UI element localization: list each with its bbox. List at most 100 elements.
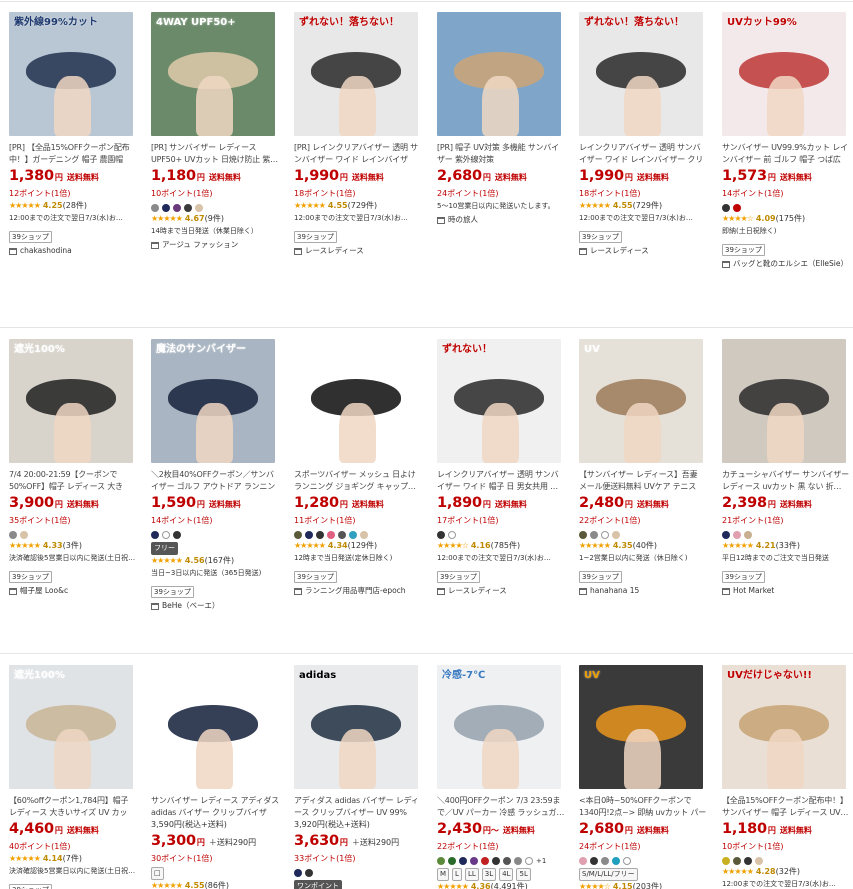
- color-swatch[interactable]: [722, 203, 730, 212]
- product-card[interactable]: 魔法のサンバイザー ＼2枚目40%OFFクーポン／サンバイザー ゴルフ アウトドア…: [151, 339, 279, 613]
- shop-name[interactable]: アージュ ファッション: [162, 240, 238, 249]
- product-image[interactable]: 魔法のサンバイザー: [151, 339, 275, 463]
- color-swatch[interactable]: [744, 856, 752, 865]
- product-card[interactable]: カチューシャバイザー サンバイザー レディース uvカット 黒 ない 折… 2,3…: [722, 339, 850, 598]
- product-title[interactable]: <本日0時~50%OFFクーポンで1340円!2点~> 即納 uvカット パーカ…: [579, 795, 707, 819]
- product-title[interactable]: [PR] サンバイザー レディース UPF50+ UVカット 日焼け防止 紫…: [151, 142, 279, 166]
- color-swatch[interactable]: [601, 856, 609, 865]
- shop-name[interactable]: レースレディース: [305, 246, 364, 255]
- product-card[interactable]: スポーツバイザー メッシュ 日よけ ランニング ジョギング キャップ… 1,280…: [294, 339, 422, 598]
- size-tag[interactable]: M: [437, 868, 450, 881]
- color-swatch[interactable]: [305, 530, 313, 539]
- product-image[interactable]: ずれない！落ちない！: [294, 12, 418, 136]
- product-image[interactable]: [151, 665, 275, 789]
- product-image[interactable]: UV: [579, 339, 703, 463]
- product-card[interactable]: 紫外線99%カット [PR] 【全品15%OFFクーポン配布中！】ガーデニング 帽…: [9, 12, 137, 258]
- product-title[interactable]: アディダス adidas バイザー レディース クリップバイザー UV 99%以…: [294, 795, 422, 819]
- rating[interactable]: ★★★★★ 4.21(33件): [722, 540, 850, 552]
- color-swatch[interactable]: [448, 530, 456, 539]
- product-image[interactable]: [437, 12, 561, 136]
- product-image[interactable]: 冷感-7℃: [437, 665, 561, 789]
- color-swatch[interactable]: [601, 530, 609, 539]
- shop-link[interactable]: 帽子屋 Loo&c: [9, 584, 137, 598]
- rating[interactable]: ★★★★★ 4.35(40件): [579, 540, 707, 552]
- product-image[interactable]: [722, 339, 846, 463]
- product-card[interactable]: サンバイザー レディース アディダス adidas バイザー クリップバイザー……: [151, 665, 279, 889]
- rating[interactable]: ★★★★★ 4.55(729件): [294, 200, 422, 212]
- color-swatch[interactable]: [162, 203, 170, 212]
- shop-link[interactable]: レースレディース: [294, 244, 422, 258]
- shop-name[interactable]: hanahana 15: [590, 586, 639, 595]
- size-tag[interactable]: 3L: [481, 868, 497, 881]
- color-swatch[interactable]: [360, 530, 368, 539]
- product-card[interactable]: UV <本日0時~50%OFFクーポンで1340円!2点~> 即納 uvカット パ…: [579, 665, 707, 889]
- color-swatch[interactable]: [733, 856, 741, 865]
- color-swatch[interactable]: [327, 530, 335, 539]
- color-swatch[interactable]: [579, 530, 587, 539]
- color-swatch[interactable]: [316, 530, 324, 539]
- product-card[interactable]: ずれない！落ちない！ [PR] レインクリアバイザー 透明 サンバイザー ワイド …: [294, 12, 422, 258]
- color-swatch[interactable]: [514, 856, 522, 865]
- color-swatch[interactable]: [151, 530, 159, 539]
- shop-link[interactable]: レースレディース: [579, 244, 707, 258]
- shop-name[interactable]: 時の旅人: [448, 215, 478, 224]
- color-swatch[interactable]: [722, 530, 730, 539]
- product-image[interactable]: ずれない！落ちない！: [579, 12, 703, 136]
- product-title[interactable]: 【60%offクーポン1,784円】帽子 レディース 大きいサイズ UV カット…: [9, 795, 137, 819]
- product-card[interactable]: ずれない！落ちない！ レインクリアバイザー 透明 サンバイザー ワイド レインバイ…: [579, 12, 707, 258]
- shop-name[interactable]: レースレディース: [448, 586, 507, 595]
- color-swatch[interactable]: [459, 856, 467, 865]
- shop-name[interactable]: ランニング用品専門店-epoch: [305, 586, 406, 595]
- color-swatch[interactable]: [437, 856, 445, 865]
- shop-link[interactable]: アージュ ファッション: [151, 238, 279, 252]
- size-tag[interactable]: L: [452, 868, 462, 881]
- size-tag[interactable]: □: [151, 867, 164, 880]
- product-title[interactable]: ＼2枚目40%OFFクーポン／サンバイザー ゴルフ アウトドア ランニング…: [151, 469, 279, 493]
- product-title[interactable]: レインクリアバイザー 透明 サンバイザー ワイド レインバイザー クリア…: [579, 142, 707, 166]
- product-image[interactable]: 遮光100%: [9, 665, 133, 789]
- color-swatch[interactable]: [492, 856, 500, 865]
- color-swatch[interactable]: [612, 530, 620, 539]
- color-swatch[interactable]: [448, 856, 456, 865]
- color-swatch[interactable]: [481, 856, 489, 865]
- color-swatch[interactable]: [173, 203, 181, 212]
- color-swatch[interactable]: [9, 530, 17, 539]
- shop-link[interactable]: Hot Market: [722, 584, 850, 598]
- color-swatch[interactable]: [305, 868, 313, 877]
- size-tag[interactable]: フリー: [151, 542, 178, 555]
- product-title[interactable]: 【サンバイザー レディース】吾妻 メール便送料無料 UVケア テニス ゴ…: [579, 469, 707, 493]
- rating[interactable]: ★★★★☆ 4.15(203件): [579, 881, 707, 889]
- product-card[interactable]: 冷感-7℃ ＼400円OFFクーポン 7/3 23:59まで／UV パーカー 冷感…: [437, 665, 565, 889]
- color-swatch[interactable]: [612, 856, 620, 865]
- product-card[interactable]: UV【サンバイザー レディース】吾妻 メール便送料無料 UVケア テニス ゴ…2…: [579, 339, 707, 598]
- color-swatch[interactable]: [184, 203, 192, 212]
- size-tag[interactable]: 5L: [516, 868, 531, 881]
- product-image[interactable]: UV: [579, 665, 703, 789]
- color-swatch[interactable]: [623, 856, 631, 865]
- rating[interactable]: ★★★★★ 4.14(7件): [9, 853, 137, 865]
- rating[interactable]: ★★★★★ 4.55(86件): [151, 880, 279, 889]
- product-image[interactable]: 紫外線99%カット: [9, 12, 133, 136]
- color-swatch[interactable]: [173, 530, 181, 539]
- color-swatch[interactable]: [733, 203, 741, 212]
- color-swatch[interactable]: [722, 856, 730, 865]
- color-swatch[interactable]: [590, 856, 598, 865]
- rating[interactable]: ★★★★★ 4.55(729件): [579, 200, 707, 212]
- shop-link[interactable]: 時の旅人: [437, 213, 565, 227]
- shop-link[interactable]: BeHe（ベーエ）: [151, 599, 279, 613]
- product-card[interactable]: adidas アディダス adidas バイザー レディース クリップバイザー U…: [294, 665, 422, 889]
- product-image[interactable]: UVだけじゃない!!: [722, 665, 846, 789]
- rating[interactable]: ★★★★★ 4.28(32件): [722, 866, 850, 878]
- product-card[interactable]: ずれない！ レインクリアバイザー 透明 サンバイザー ワイド 帽子 日 男女共用 …: [437, 339, 565, 598]
- rating[interactable]: ★★★★★ 4.25(28件): [9, 200, 137, 212]
- shop-name[interactable]: Hot Market: [733, 586, 774, 595]
- color-swatch[interactable]: [338, 530, 346, 539]
- color-swatch[interactable]: [20, 530, 28, 539]
- color-swatch[interactable]: [590, 530, 598, 539]
- color-swatch[interactable]: [294, 530, 302, 539]
- rating[interactable]: ★★★★★ 4.67(9件): [151, 213, 279, 225]
- rating[interactable]: ★★★★☆ 4.16(785件): [437, 540, 565, 552]
- shop-name[interactable]: レースレディース: [590, 246, 649, 255]
- color-swatch[interactable]: [349, 530, 357, 539]
- shop-link[interactable]: ランニング用品専門店-epoch: [294, 584, 422, 598]
